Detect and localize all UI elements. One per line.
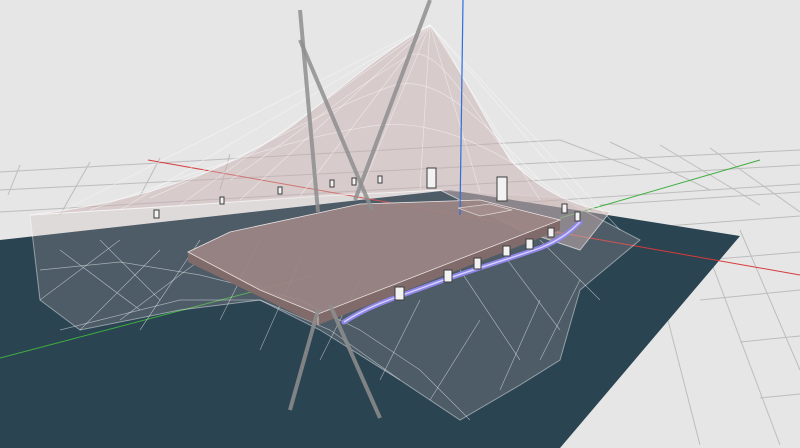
node-marker[interactable] bbox=[377, 175, 383, 184]
node-marker[interactable] bbox=[426, 167, 437, 189]
node-marker[interactable] bbox=[219, 196, 225, 205]
scene-canvas[interactable] bbox=[0, 0, 800, 448]
node-marker[interactable] bbox=[443, 269, 453, 283]
3d-viewport[interactable] bbox=[0, 0, 800, 448]
node-marker[interactable] bbox=[153, 209, 160, 219]
node-marker[interactable] bbox=[561, 203, 568, 214]
node-marker[interactable] bbox=[394, 286, 405, 301]
node-marker[interactable] bbox=[525, 238, 534, 250]
node-marker[interactable] bbox=[496, 176, 508, 202]
node-marker[interactable] bbox=[277, 186, 283, 195]
node-marker[interactable] bbox=[574, 211, 581, 222]
node-marker[interactable] bbox=[351, 177, 357, 186]
node-marker[interactable] bbox=[329, 179, 335, 188]
node-marker[interactable] bbox=[547, 227, 555, 238]
node-marker[interactable] bbox=[502, 245, 511, 257]
node-marker[interactable] bbox=[473, 257, 482, 270]
